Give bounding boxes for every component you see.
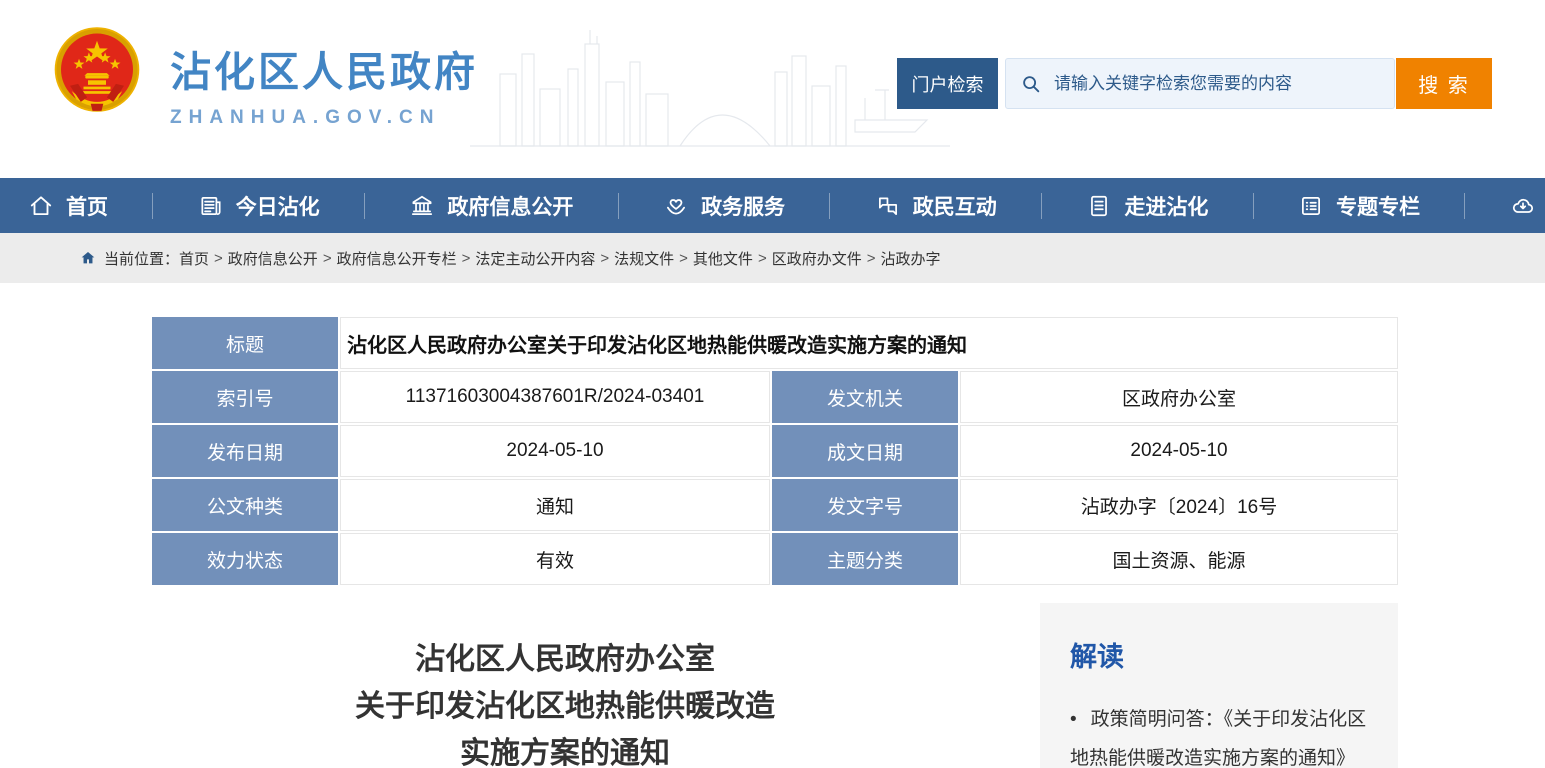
nav-item-about[interactable]: 走进沾化 [1086,191,1208,221]
table-row-title: 标题 沾化区人民政府办公室关于印发沾化区地热能供暖改造实施方案的通知 [152,317,1398,369]
breadcrumb-separator: > [462,250,471,267]
interpretation-link-text: 政策简明问答：《关于印发沾化区地热能供暖改造实施方案的通知》解读 [1070,709,1366,768]
cloud-download-icon [1510,193,1536,219]
nav-label: 首页 [66,191,108,221]
nav-label: 政民互动 [913,191,997,221]
search-icon [1020,73,1042,95]
nav-divider [829,193,830,219]
nav-item-home[interactable]: 首页 [28,191,108,221]
meta-value-title: 沾化区人民政府办公室关于印发沾化区地热能供暖改造实施方案的通知 [340,317,1398,369]
search-input[interactable] [1054,74,1380,94]
site-domain: ZHANHUA.GOV.CN [170,107,478,129]
meta-label-issuing-agency: 发文机关 [772,371,958,423]
document-meta-table: 标题 沾化区人民政府办公室关于印发沾化区地热能供暖改造实施方案的通知 索引号 1… [150,315,1400,587]
breadcrumb-label: 当前位置： [104,248,179,269]
breadcrumb-item-disclosure-column[interactable]: 政府信息公开专栏 [337,248,457,269]
meta-value-issuing-agency: 区政府办公室 [960,371,1398,423]
nav-divider [152,193,153,219]
document-title-line: 沾化区人民政府办公室 [150,636,980,683]
search-area: 门户检索 搜 索 [897,58,1492,109]
breadcrumb-item-regulations[interactable]: 法规文件 [614,248,674,269]
meta-label-index-number: 索引号 [152,371,338,423]
breadcrumb-separator: > [323,250,332,267]
breadcrumb-separator: > [758,250,767,267]
meta-label-topic-category: 主题分类 [772,533,958,585]
page: 沾化区人民政府 ZHANHUA.GOV.CN 门户检索 搜 索 首页 [0,0,1545,768]
breadcrumb-separator: > [679,250,688,267]
nav-label: 今日沾化 [236,191,320,221]
meta-value-index-number: 11371603004387601R/2024-03401 [340,371,770,423]
home-icon [28,193,54,219]
breadcrumb-item-home[interactable]: 首页 [179,248,209,269]
breadcrumb-separator: > [214,250,223,267]
interaction-chat-icon [875,193,901,219]
meta-value-doc-type: 通知 [340,479,770,531]
document-icon [1086,193,1112,219]
nav-item-special-columns[interactable]: 专题专栏 [1298,191,1420,221]
news-icon [198,193,224,219]
document-title: 沾化区人民政府办公室 关于印发沾化区地热能供暖改造 实施方案的通知 [150,636,980,768]
table-row: 发布日期 2024-05-10 成文日期 2024-05-10 [152,425,1398,477]
list-icon [1298,193,1324,219]
meta-label-publish-date: 发布日期 [152,425,338,477]
table-row: 索引号 11371603004387601R/2024-03401 发文机关 区… [152,371,1398,423]
meta-value-validity-status: 有效 [340,533,770,585]
breadcrumb: 当前位置： 首页 > 政府信息公开 > 政府信息公开专栏 > 法定主动公开内容 … [0,233,1545,283]
meta-label-doc-type: 公文种类 [152,479,338,531]
nav-item-open-data[interactable]: 数据开放 [1510,191,1545,221]
meta-label-written-date: 成文日期 [772,425,958,477]
site-logo[interactable]: 沾化区人民政府 ZHANHUA.GOV.CN [52,26,478,129]
portal-search-button[interactable]: 门户检索 [897,58,998,109]
service-hands-icon [663,193,689,219]
nav-label: 走进沾化 [1124,191,1208,221]
interpretation-link[interactable]: •政策简明问答：《关于印发沾化区地热能供暖改造实施方案的通知》解读 [1070,700,1372,768]
harbor-sketch-art [470,14,950,174]
breadcrumb-item-statutory-content[interactable]: 法定主动公开内容 [475,248,595,269]
nav-item-today[interactable]: 今日沾化 [198,191,320,221]
site-header: 沾化区人民政府 ZHANHUA.GOV.CN 门户检索 搜 索 [0,0,1545,178]
nav-divider [1041,193,1042,219]
nav-divider [1253,193,1254,219]
meta-label-doc-number: 发文字号 [772,479,958,531]
breadcrumb-separator: > [867,250,876,267]
meta-value-written-date: 2024-05-10 [960,425,1398,477]
interpretation-panel: 解读 •政策简明问答：《关于印发沾化区地热能供暖改造实施方案的通知》解读 [1040,603,1398,768]
search-box [1005,58,1395,109]
table-row: 效力状态 有效 主题分类 国土资源、能源 [152,533,1398,585]
nav-label: 政务服务 [701,191,785,221]
nav-label: 政府信息公开 [447,191,573,221]
nav-item-services[interactable]: 政务服务 [663,191,785,221]
meta-value-doc-number: 沾政办字〔2024〕16号 [960,479,1398,531]
nav-divider [364,193,365,219]
site-name: 沾化区人民政府 [170,38,478,98]
document-title-line: 实施方案的通知 [150,730,980,768]
nav-divider [618,193,619,219]
search-submit-button[interactable]: 搜 索 [1396,58,1492,109]
meta-value-topic-category: 国土资源、能源 [960,533,1398,585]
breadcrumb-item-current[interactable]: 沾政办字 [880,248,940,269]
bullet-icon: • [1070,709,1077,730]
breadcrumb-separator: > [600,250,609,267]
breadcrumb-item-district-office-docs[interactable]: 区政府办文件 [772,248,862,269]
nav-item-info-disclosure[interactable]: 政府信息公开 [409,191,573,221]
document-title-line: 关于印发沾化区地热能供暖改造 [150,683,980,730]
interpretation-panel-title: 解读 [1070,635,1372,674]
breadcrumb-item-other-docs[interactable]: 其他文件 [693,248,753,269]
breadcrumb-item-info-disclosure[interactable]: 政府信息公开 [228,248,318,269]
table-row: 公文种类 通知 发文字号 沾政办字〔2024〕16号 [152,479,1398,531]
national-emblem-icon [52,26,142,122]
nav-item-interaction[interactable]: 政民互动 [875,191,997,221]
meta-label-validity-status: 效力状态 [152,533,338,585]
site-title-block: 沾化区人民政府 ZHANHUA.GOV.CN [170,26,478,129]
nav-divider [1464,193,1465,219]
meta-label-title: 标题 [152,317,338,369]
meta-value-publish-date: 2024-05-10 [340,425,770,477]
nav-label: 专题专栏 [1336,191,1420,221]
main-navigation: 首页 今日沾化 政府信息公开 [0,178,1545,233]
breadcrumb-home-icon [80,250,96,266]
gov-building-icon [409,193,435,219]
